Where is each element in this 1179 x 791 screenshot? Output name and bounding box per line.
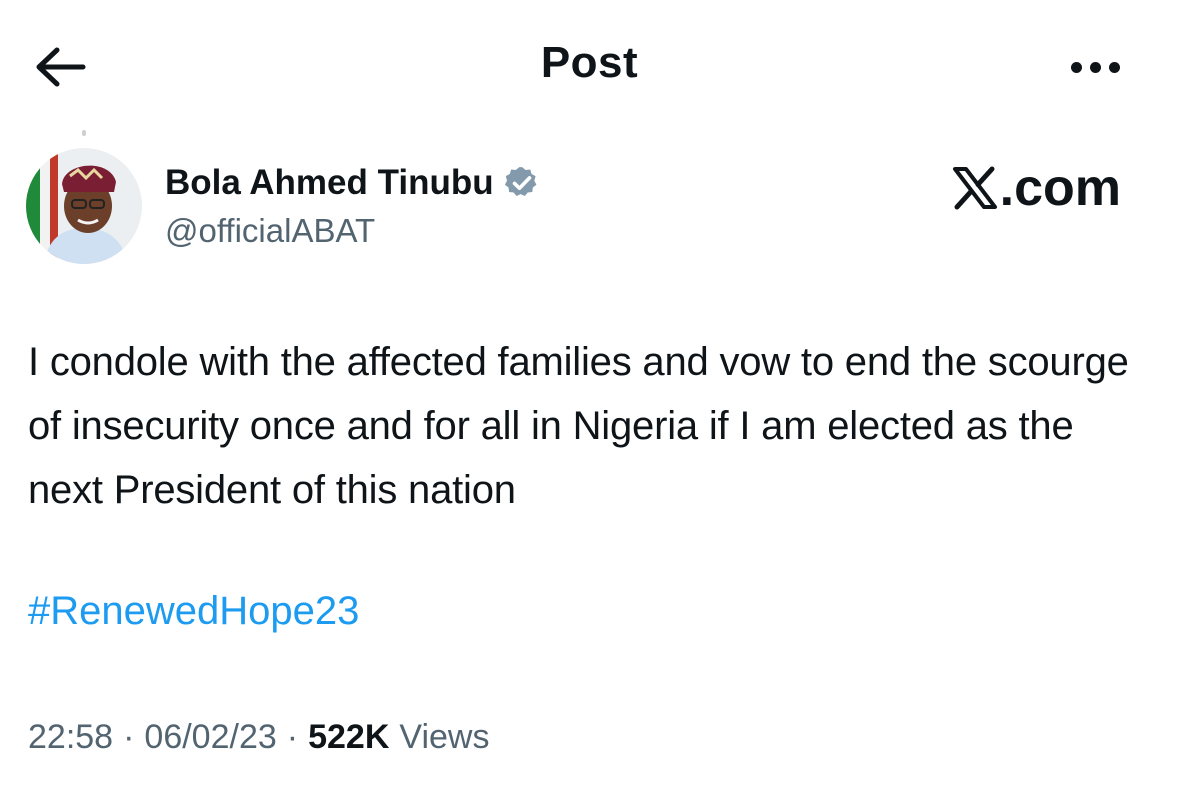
watermark: .com <box>952 158 1121 218</box>
author-block: Bola Ahmed Tinubu @officialABAT <box>165 160 540 250</box>
author-name[interactable]: Bola Ahmed Tinubu <box>165 163 494 203</box>
more-options-button[interactable] <box>1060 52 1130 82</box>
post-body: I condole with the affected families and… <box>28 340 1129 512</box>
watermark-text: .com <box>999 159 1121 217</box>
post-time[interactable]: 22:58 <box>28 718 113 757</box>
views-count: 522K <box>308 718 390 756</box>
views-label: Views <box>399 718 490 756</box>
verified-badge-icon <box>504 167 537 197</box>
post-meta: 22:58 · 06/02/23 · 522K Views <box>28 718 489 757</box>
meta-separator: · <box>123 718 135 756</box>
author-name-row: Bola Ahmed Tinubu <box>165 160 540 206</box>
post-date[interactable]: 06/02/23 <box>144 718 276 757</box>
avatar[interactable] <box>26 148 142 264</box>
more-horizontal-icon <box>1070 61 1082 73</box>
decorative-dot <box>82 130 86 136</box>
page-title: Post <box>540 38 639 87</box>
more-dot <box>1089 61 1101 73</box>
author-handle[interactable]: @officialABAT <box>165 212 540 250</box>
avatar-image <box>26 148 142 264</box>
more-dot <box>1108 61 1120 73</box>
hashtag-link[interactable]: #RenewedHope23 <box>28 583 359 639</box>
top-bar: Post <box>0 0 1179 130</box>
meta-separator: · <box>286 718 299 756</box>
x-logo-icon <box>952 166 997 210</box>
